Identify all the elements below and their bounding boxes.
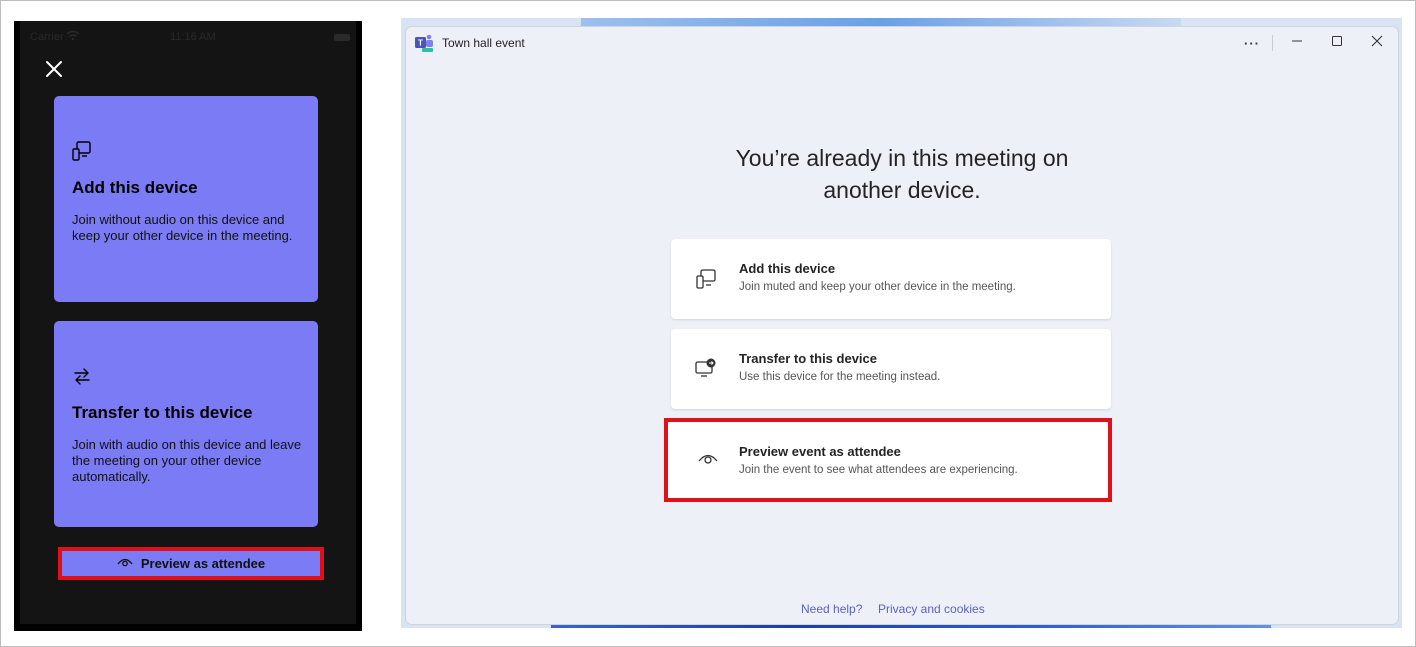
close-icon[interactable] (42, 57, 66, 81)
battery-icon (334, 34, 350, 41)
minimize-button[interactable] (1277, 27, 1317, 59)
minimize-icon (1291, 34, 1303, 52)
card-description: Join with audio on this device and leave… (72, 437, 302, 484)
close-icon (1371, 34, 1383, 52)
add-this-device-option[interactable]: Add this device Join muted and keep your… (671, 239, 1111, 319)
title-bar-separator (1272, 35, 1273, 51)
card-title: Add this device (72, 178, 198, 197)
page-heading-line2: another device. (823, 177, 981, 203)
transfer-arrows-icon (71, 365, 93, 387)
more-options-button[interactable]: ··· (1232, 27, 1272, 59)
window-title: Town hall event (442, 36, 525, 50)
option-description: Use this device for the meeting instead. (739, 371, 941, 383)
privacy-and-cookies-link[interactable]: Privacy and cookies (878, 602, 985, 616)
eye-icon (117, 555, 133, 573)
card-description: Join without audio on this device and ke… (72, 212, 293, 243)
maximize-button[interactable] (1317, 27, 1357, 59)
transfer-to-this-device-option[interactable]: Transfer to this device Use this device … (671, 329, 1111, 409)
status-time: 11:16 AM (170, 31, 216, 43)
add-this-device-card[interactable]: Add this device Join without audio on th… (54, 96, 318, 302)
option-description: Join the event to see what attendees are… (739, 464, 1018, 476)
more-icon: ··· (1244, 35, 1260, 51)
add-device-icon (71, 140, 93, 162)
wifi-icon (66, 30, 80, 44)
teams-window: T Town hall event ··· You’re already in … (406, 27, 1398, 624)
need-help-link[interactable]: Need help? (801, 602, 862, 616)
title-bar: T Town hall event ··· (406, 27, 1398, 59)
teams-logo-icon: T (414, 33, 434, 53)
option-title: Preview event as attendee (739, 444, 901, 459)
add-device-icon (694, 267, 718, 291)
page-heading-line1: You’re already in this meeting on (735, 145, 1069, 171)
phone-content: Carrier 11:16 AM Add this device Join wi… (20, 21, 356, 624)
preview-button-label: Preview as attendee (140, 556, 266, 571)
option-title: Add this device (739, 261, 836, 276)
transfer-device-icon (694, 357, 718, 381)
card-title: Transfer to this device (72, 403, 253, 422)
preview-as-attendee-button[interactable]: Preview as attendee (58, 547, 324, 580)
status-carrier: Carrier (30, 31, 64, 43)
eye-icon (696, 446, 720, 470)
svg-text:T: T (418, 39, 423, 48)
option-title: Transfer to this device (739, 351, 877, 366)
transfer-to-this-device-card[interactable]: Transfer to this device Join with audio … (54, 321, 318, 527)
close-window-button[interactable] (1357, 27, 1397, 59)
preview-event-as-attendee-option[interactable]: Preview event as attendee Join the event… (664, 418, 1112, 502)
maximize-icon (1331, 34, 1343, 52)
option-description: Join muted and keep your other device in… (739, 281, 1016, 293)
phone-screen: Carrier 11:16 AM Add this device Join wi… (14, 21, 362, 631)
